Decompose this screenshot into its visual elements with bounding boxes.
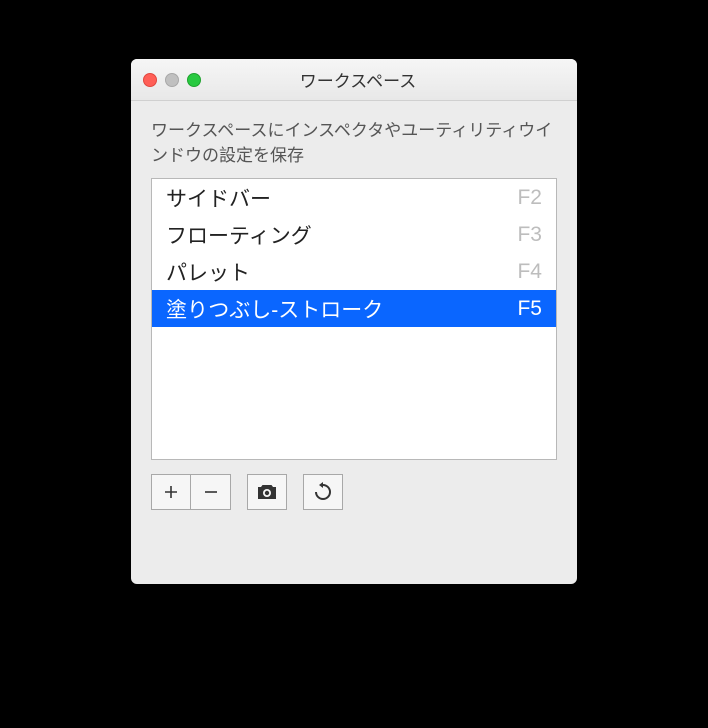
camera-icon — [256, 483, 278, 501]
list-item-label: パレット — [166, 257, 250, 287]
workspace-list[interactable]: サイドバー F2 フローティング F3 パレット F4 塗りつぶし-ストローク … — [151, 178, 557, 460]
content-area: ワークスペースにインスペクタやユーティリティウインドウの設定を保存 サイドバー … — [131, 101, 577, 528]
reset-icon — [312, 481, 334, 503]
window-title: ワークスペース — [151, 67, 565, 92]
bottom-toolbar — [151, 474, 557, 510]
add-button[interactable] — [151, 474, 191, 510]
list-item-shortcut: F2 — [517, 186, 542, 210]
list-item-shortcut: F4 — [517, 260, 542, 284]
description-text: ワークスペースにインスペクタやユーティリティウインドウの設定を保存 — [151, 119, 557, 168]
list-item[interactable]: フローティング F3 — [152, 216, 556, 253]
list-item[interactable]: パレット F4 — [152, 253, 556, 290]
list-item-shortcut: F5 — [517, 297, 542, 321]
reset-button[interactable] — [303, 474, 343, 510]
list-item[interactable]: サイドバー F2 — [152, 179, 556, 216]
workspace-window: ワークスペース ワークスペースにインスペクタやユーティリティウインドウの設定を保… — [131, 59, 577, 584]
minus-icon — [203, 484, 219, 500]
list-item-label: 塗りつぶし-ストローク — [166, 294, 383, 324]
list-item[interactable]: 塗りつぶし-ストローク F5 — [152, 290, 556, 327]
snapshot-button[interactable] — [247, 474, 287, 510]
plus-icon — [163, 484, 179, 500]
remove-button[interactable] — [191, 474, 231, 510]
list-item-shortcut: F3 — [517, 223, 542, 247]
titlebar[interactable]: ワークスペース — [131, 59, 577, 101]
list-item-label: フローティング — [166, 220, 312, 250]
add-remove-group — [151, 474, 231, 510]
list-item-label: サイドバー — [166, 183, 271, 213]
